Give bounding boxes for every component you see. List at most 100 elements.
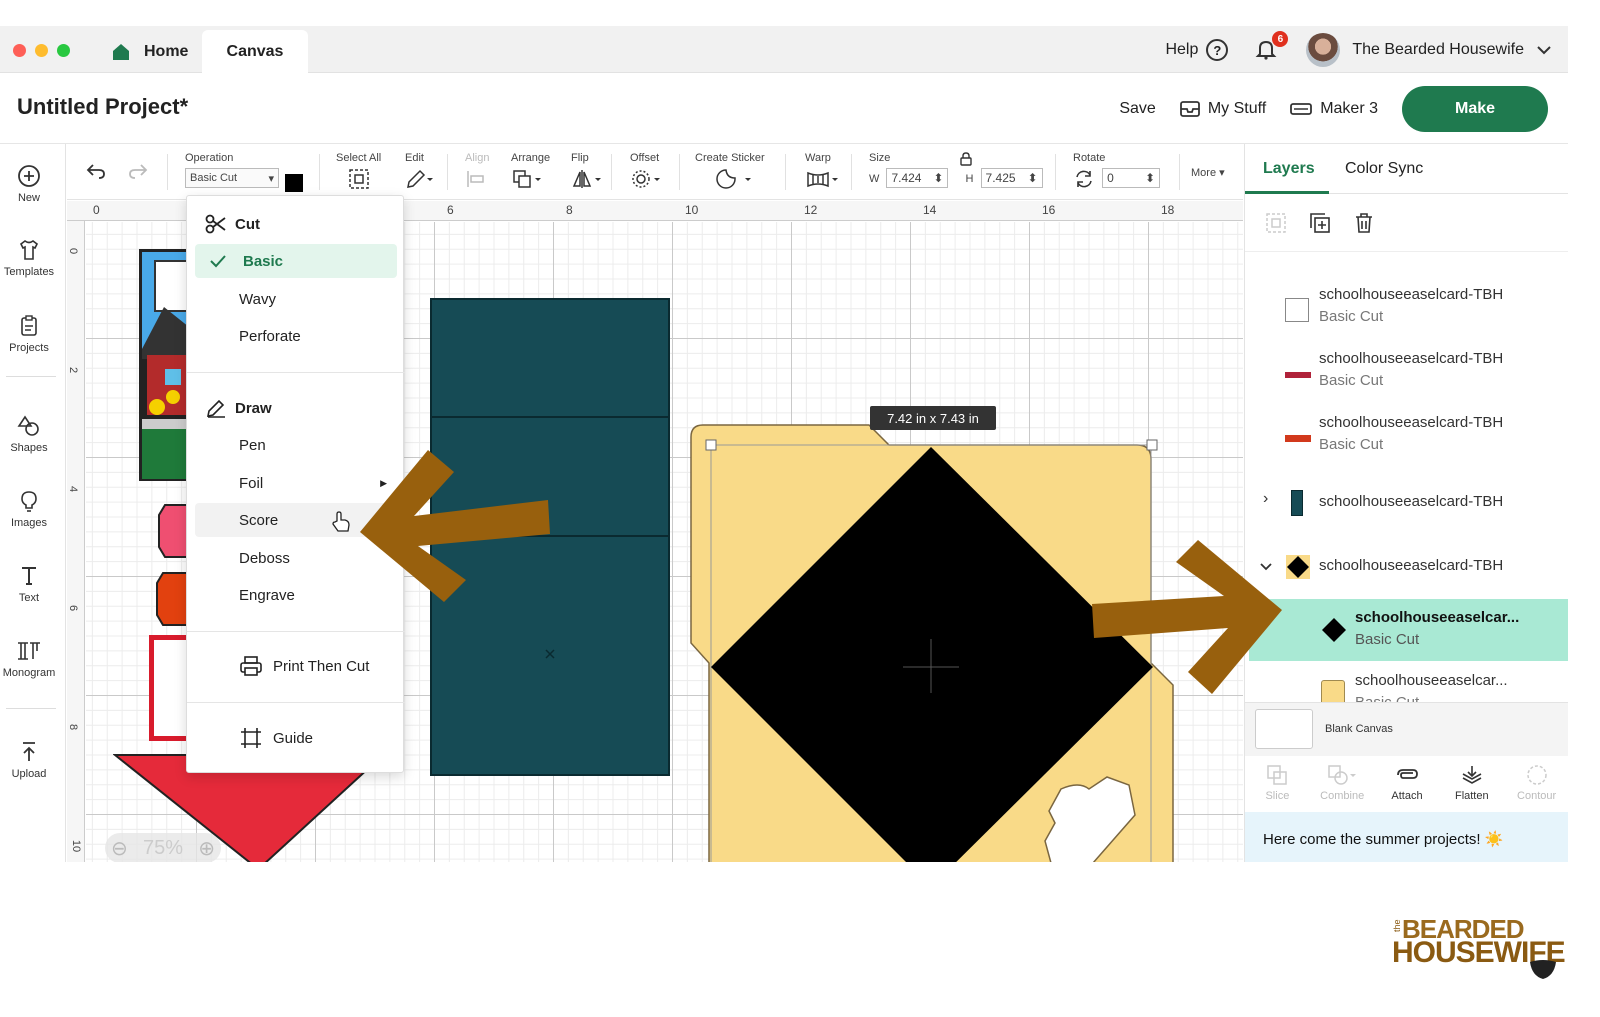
operation-label: Operation — [185, 152, 234, 164]
layer-group[interactable]: schoolhouseeaselcard-TBH — [1245, 536, 1568, 598]
sidebar-item-shapes[interactable]: Shapes — [0, 414, 58, 454]
toolbar-divider — [851, 154, 852, 190]
menu-item-guide[interactable]: Guide — [187, 721, 405, 755]
project-title[interactable]: Untitled Project* — [17, 94, 188, 120]
stepper-icon[interactable]: ⬍ — [1027, 171, 1037, 185]
flip-group[interactable]: Flip — [571, 152, 603, 193]
more-button[interactable]: More ▾ — [1191, 166, 1225, 179]
maximize-window-button[interactable] — [57, 44, 70, 57]
offset-icon — [632, 170, 660, 188]
avatar[interactable] — [1306, 33, 1341, 67]
tag-shape-orange[interactable] — [155, 571, 187, 627]
question-circle-icon: ? — [1206, 39, 1229, 61]
promo-banner[interactable]: Here come the summer projects! ☀️ — [1245, 812, 1568, 862]
account-area: Help ? 6 The Bearded Housewife — [1165, 31, 1552, 67]
flatten-button[interactable]: Flatten — [1439, 756, 1504, 810]
chevron-right-icon[interactable]: › — [1263, 490, 1268, 508]
ruler-tick: 18 — [1161, 203, 1175, 217]
rotate-input[interactable]: 0 ⬍ — [1102, 168, 1161, 188]
operation-group: Operation Basic Cut ▾ — [185, 152, 279, 188]
arrange-icon — [513, 170, 541, 188]
menu-item-perforate[interactable]: Perforate — [187, 319, 405, 353]
layer-item-selected[interactable]: schoolhouseeaselcar... Basic Cut — [1249, 599, 1568, 661]
contour-button[interactable]: Contour — [1504, 756, 1568, 810]
operation-select[interactable]: Basic Cut ▾ — [185, 168, 279, 188]
attach-button[interactable]: Attach — [1375, 756, 1440, 810]
height-input[interactable]: 7.425 ⬍ — [980, 168, 1043, 188]
tab-canvas[interactable]: Canvas — [202, 30, 308, 73]
rotate-value: 0 — [1107, 171, 1114, 185]
menu-item-print-then-cut[interactable]: Print Then Cut — [187, 649, 405, 683]
machine-selector[interactable]: Maker 3 — [1290, 100, 1378, 118]
sidebar-item-monogram[interactable]: Monogram — [0, 639, 58, 679]
sidebar-item-label: Monogram — [2, 667, 56, 679]
contour-label: Contour — [1517, 790, 1557, 802]
blank-canvas-row[interactable]: Blank Canvas — [1245, 702, 1568, 756]
offset-group[interactable]: Offset — [630, 152, 662, 193]
lock-icon[interactable] — [960, 152, 972, 166]
close-window-button[interactable] — [13, 44, 26, 57]
layer-item[interactable]: schoolhouseeaselcard-TBH Basic Cut — [1245, 340, 1568, 402]
tab-home[interactable]: Home — [104, 30, 200, 73]
layer-item[interactable]: schoolhouseeaselcard-TBH Basic Cut — [1245, 276, 1568, 338]
edit-group[interactable]: Edit — [405, 152, 433, 193]
undo-icon[interactable] — [85, 162, 107, 180]
tag-shape-pink[interactable] — [157, 503, 187, 559]
align-group[interactable]: Align — [465, 152, 495, 193]
menu-item-basic[interactable]: Basic — [195, 244, 397, 278]
text-icon — [22, 567, 36, 585]
color-swatch[interactable] — [285, 174, 303, 192]
align-icon — [467, 171, 484, 187]
group-icon[interactable] — [1265, 212, 1287, 234]
tab-layers[interactable]: Layers — [1263, 160, 1315, 178]
toolbar-divider — [679, 154, 680, 190]
zoom-out-icon[interactable]: ⊖ — [111, 836, 128, 861]
ruler-tick: 8 — [566, 203, 573, 217]
arrange-group[interactable]: Arrange — [511, 152, 550, 193]
layer-name: schoolhouseeaselcard-TBH — [1319, 286, 1504, 303]
flatten-label: Flatten — [1454, 790, 1489, 802]
menu-item-wavy[interactable]: Wavy — [187, 282, 405, 316]
sidebar-item-new[interactable]: New — [0, 164, 58, 204]
make-button[interactable]: Make — [1402, 86, 1548, 132]
zoom-in-icon[interactable]: ⊕ — [198, 836, 215, 861]
layer-item[interactable]: schoolhouseeaselcard-TBH Basic Cut — [1245, 404, 1568, 466]
menu-item-label: Engrave — [239, 586, 295, 604]
sidebar-item-upload[interactable]: Upload — [0, 740, 58, 780]
layer-group[interactable]: › schoolhouseeaselcard-TBH — [1245, 472, 1568, 534]
user-name[interactable]: The Bearded Housewife — [1352, 41, 1524, 59]
ruler-tick: 0 — [93, 203, 100, 217]
trash-icon[interactable] — [1353, 212, 1375, 234]
redo-icon[interactable] — [127, 162, 149, 180]
logo-the: the — [1392, 919, 1402, 932]
chevron-down-icon[interactable] — [1536, 45, 1552, 55]
sidebar-item-projects[interactable]: Projects — [0, 314, 58, 354]
width-input[interactable]: 7.424 ⬍ — [886, 168, 949, 188]
layer-name: schoolhouseeaselcar... — [1355, 672, 1508, 689]
minimize-window-button[interactable] — [35, 44, 48, 57]
combine-button[interactable]: Combine — [1310, 756, 1375, 810]
toolbar-divider — [785, 154, 786, 190]
help-link[interactable]: Help ? — [1165, 39, 1229, 61]
save-button[interactable]: Save — [1119, 100, 1155, 118]
sidebar-item-images[interactable]: Images — [0, 489, 58, 529]
create-sticker-group[interactable]: Create Sticker — [695, 152, 765, 193]
stepper-icon[interactable]: ⬍ — [1145, 171, 1155, 185]
sidebar-item-templates[interactable]: Templates — [0, 238, 58, 278]
my-stuff-button[interactable]: My Stuff — [1179, 100, 1266, 118]
shapes-icon — [17, 415, 39, 436]
stepper-icon[interactable]: ⬍ — [933, 171, 943, 185]
sidebar-item-label: New — [17, 192, 40, 204]
warp-group[interactable]: Warp — [805, 152, 841, 193]
notifications-button[interactable]: 6 — [1254, 31, 1289, 63]
tab-color-sync[interactable]: Color Sync — [1345, 160, 1423, 178]
slice-button[interactable]: Slice — [1245, 756, 1310, 810]
duplicate-icon[interactable] — [1309, 212, 1331, 234]
red-frame-shape[interactable] — [149, 635, 189, 741]
sidebar-item-label: Templates — [3, 266, 55, 278]
select-all-group[interactable]: Select All — [336, 152, 381, 193]
rotate-icon[interactable] — [1073, 169, 1095, 189]
menu-item-label: Guide — [273, 729, 314, 747]
sidebar-item-text[interactable]: Text — [0, 564, 58, 604]
toolbar-divider — [1179, 154, 1180, 190]
